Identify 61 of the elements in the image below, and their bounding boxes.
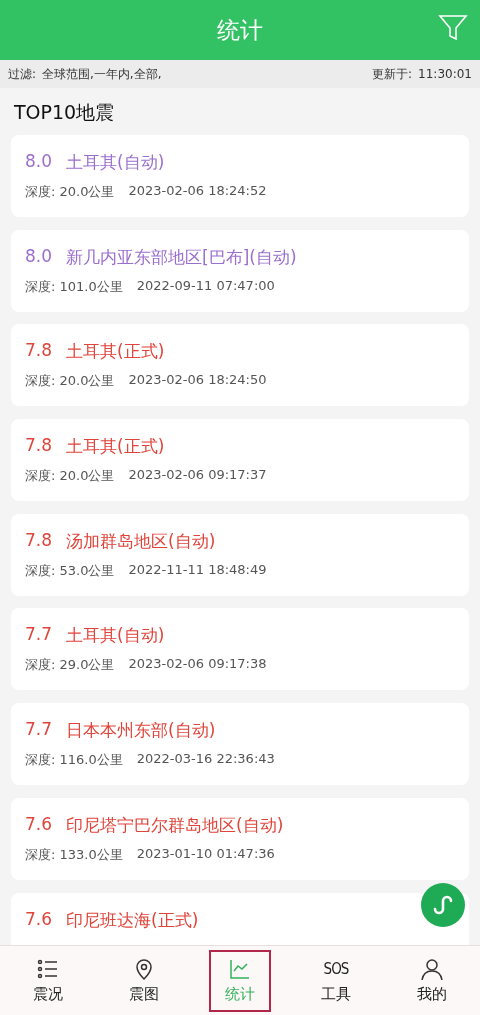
depth: 深度: 29.0公里: [25, 656, 115, 675]
magnitude: 7.7: [25, 719, 53, 742]
magnitude: 7.7: [25, 624, 53, 647]
event-time: 2022-11-11 18:48:49: [128, 561, 267, 579]
earthquake-card[interactable]: 7.8 土耳其(正式) 深度: 20.0公里 2023-02-06 18:24:50: [11, 324, 469, 407]
line-chart-icon: [228, 957, 252, 981]
location: 土耳其(正式): [66, 340, 165, 364]
earthquake-card[interactable]: 7.7 土耳其(自动) 深度: 29.0公里 2023-02-06 09:17:38: [11, 608, 469, 691]
nav-tab[interactable]: 我的: [401, 949, 463, 1012]
magnitude: 8.0: [25, 245, 53, 268]
event-time: 2023-02-06 09:17:37: [128, 467, 267, 485]
earthquake-card[interactable]: 8.0 新几内亚东部地区[巴布](自动) 深度: 101.0公里 2022-09-11 07:47:00: [11, 229, 469, 312]
earthquake-card[interactable]: 7.7 日本本州东部(自动) 深度: 116.0公里 2022-03-16 22:36:43: [11, 703, 469, 786]
magnitude: 7.8: [25, 435, 53, 458]
magnitude: 7.6: [25, 813, 53, 836]
depth: 深度: 20.0公里: [25, 467, 115, 486]
page-title: 统计: [217, 15, 263, 45]
location: 汤加群岛地区(自动): [66, 529, 216, 553]
location: 印尼班达海(正式): [66, 908, 199, 932]
user-icon: [420, 957, 444, 981]
event-time: 2023-02-06 18:24:50: [128, 372, 267, 390]
filter-label: 过滤:: [8, 65, 37, 83]
updated-label: 更新于:: [372, 65, 413, 83]
event-time: 2023-01-10 01:47:36: [136, 845, 275, 863]
earthquake-card[interactable]: 8.0 土耳其(自动) 深度: 20.0公里 2023-02-06 18:24:52: [11, 135, 469, 217]
filter-value: 全球范围,一年内,全部,: [42, 65, 162, 83]
location: 日本本州东部(自动): [66, 719, 216, 743]
nav-tab[interactable]: 震况: [17, 949, 79, 1012]
depth: 深度: 20.0公里: [25, 372, 115, 391]
location: 土耳其(自动): [66, 151, 165, 174]
depth: 深度: 116.0公里: [25, 751, 123, 770]
event-time: 2022-03-16 22:36:43: [136, 751, 275, 769]
nav-tab[interactable]: SOS 工具: [305, 949, 367, 1012]
earthquake-card[interactable]: 7.6 印尼塔宁巴尔群岛地区(自动) 深度: 133.0公里 2023-01-10 01:47:36: [11, 797, 469, 880]
event-time: 2023-02-06 09:17:38: [128, 656, 267, 674]
section-title: TOP10地震: [13, 100, 116, 125]
mini-program-button[interactable]: [421, 883, 465, 927]
list-icon: [36, 957, 60, 981]
updated-time: 11:30:01: [418, 67, 472, 81]
earthquake-card[interactable]: 7.8 土耳其(正式) 深度: 20.0公里 2023-02-06 09:17:37: [11, 419, 469, 502]
depth: 深度: 53.0公里: [25, 561, 115, 580]
sos-icon: SOS: [323, 957, 349, 981]
nav-tab[interactable]: 震图: [113, 949, 175, 1012]
event-time: 2022-09-11 07:47:00: [136, 277, 275, 295]
event-time: 2023-02-06 18:24:52: [128, 183, 267, 200]
magnitude: 7.8: [25, 340, 53, 363]
magnitude: 8.0: [25, 151, 53, 173]
magnitude: 7.6: [25, 908, 53, 931]
earthquake-card[interactable]: 7.6 印尼班达海(正式): [11, 892, 469, 945]
filter-button[interactable]: [438, 13, 468, 43]
filter-icon: [438, 13, 468, 43]
depth: 深度: 20.0公里: [25, 183, 115, 201]
link-icon: [431, 893, 455, 917]
depth: 深度: 101.0公里: [25, 277, 123, 296]
location: 土耳其(正式): [66, 435, 165, 459]
location: 印尼塔宁巴尔群岛地区(自动): [66, 813, 284, 837]
depth: 深度: 133.0公里: [25, 845, 123, 864]
magnitude: 7.8: [25, 529, 53, 552]
earthquake-card[interactable]: 7.8 汤加群岛地区(自动) 深度: 53.0公里 2022-11-11 18:48:49: [11, 513, 469, 596]
location: 土耳其(自动): [66, 624, 165, 648]
location: 新几内亚东部地区[巴布](自动): [66, 245, 297, 269]
